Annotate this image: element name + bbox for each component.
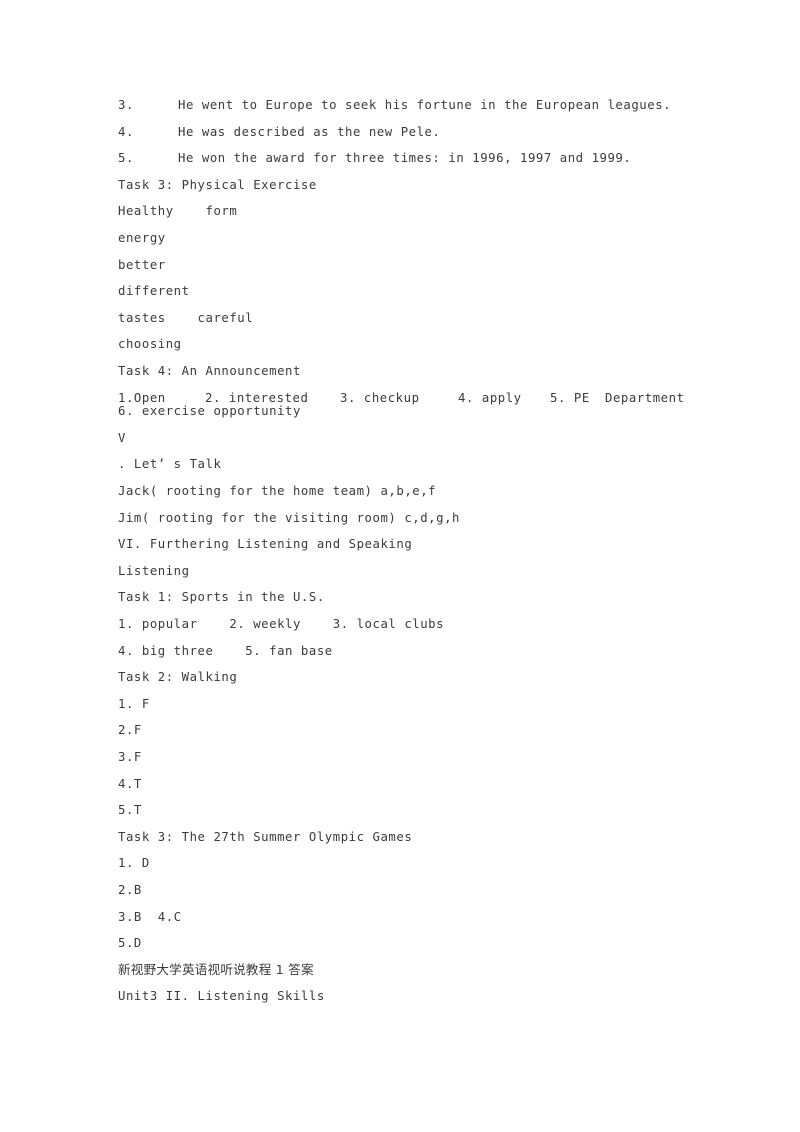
task3-answer-4: different: [118, 284, 190, 299]
further-task3-heading: Task 3: The 27th Summer Olympic Games: [118, 829, 413, 844]
task4-answer-row-1: 1.Open 2. interested 3. checkup 4. apply…: [118, 390, 778, 405]
task3-heading: Task 3: Physical Exercise: [118, 177, 317, 192]
book-title-heading: 新视野大学英语视听说教程 1 答案: [118, 961, 314, 977]
further-task1-answer-row-2: 4. big three 5. fan base: [118, 643, 333, 658]
further-task3-answer-2: 2.B: [118, 882, 142, 897]
task3-answer-5: tastes careful: [118, 310, 254, 325]
listening-subheading: Listening: [118, 563, 190, 578]
further-task2-answer-5: 5.T: [118, 803, 142, 818]
further-task3-answer-1: 1. D: [118, 856, 150, 871]
answer-line-q4: 4. He was described as the new Pele.: [118, 119, 778, 146]
answer-number-q3: 3.: [118, 98, 134, 112]
further-task3-answer-4: 5.D: [118, 936, 142, 951]
further-task2-heading: Task 2: Walking: [118, 670, 238, 685]
task4-answer-5: 5. PE: [550, 390, 590, 405]
document-text-body: 3. He went to Europe to seek his fortune…: [118, 92, 778, 1010]
further-task2-answer-3: 3.F: [118, 749, 142, 764]
further-task1-heading: Task 1: Sports in the U.S.: [118, 590, 325, 605]
task4-heading: Task 4: An Announcement: [118, 363, 301, 378]
answer-line-q5: 5. He won the award for three times: in …: [118, 145, 778, 172]
task3-answer-6: choosing: [118, 337, 182, 352]
task4-answer-block: 1.Open 2. interested 3. checkup 4. apply…: [118, 385, 778, 425]
unit-section-heading: Unit3 II. Listening Skills: [118, 989, 325, 1004]
answer-number-q5: 5.: [118, 151, 134, 166]
answer-text-q4: He was described as the new Pele.: [178, 124, 441, 139]
task3-answer-2: energy: [118, 230, 166, 245]
section-v-numeral: V: [118, 430, 126, 445]
task4-answer-2: 2. interested: [205, 390, 309, 405]
lets-talk-jack-line: Jack( rooting for the home team) a,b,e,f: [118, 484, 437, 498]
section-vi-heading: VI. Furthering Listening and Speaking: [118, 537, 413, 552]
section-v-title: . Let’ s Talk: [118, 457, 222, 472]
further-task1-answer-row-1: 1. popular 2. weekly 3. local clubs: [118, 616, 445, 631]
task4-answer-5-continued: Department: [605, 390, 685, 405]
task3-answer-3: better: [118, 257, 166, 272]
answer-number-q4: 4.: [118, 124, 134, 139]
further-task2-answer-1: 1. F: [118, 696, 150, 711]
task3-answer-1: Healthy form: [118, 204, 238, 219]
answer-text-q5: He won the award for three times: in 199…: [178, 151, 632, 166]
task4-answer-1: 1.Open: [118, 390, 166, 405]
further-task2-answer-4: 4.T: [118, 776, 142, 791]
document-page: 3. He went to Europe to seek his fortune…: [0, 0, 800, 1132]
task4-answer-3: 3. checkup: [340, 390, 420, 405]
lets-talk-jim-line: Jim( rooting for the visiting room) c,d,…: [118, 510, 460, 525]
further-task2-answer-2: 2.F: [118, 723, 142, 738]
answer-text-q3: He went to Europe to seek his fortune in…: [178, 98, 672, 112]
answer-line-q3: 3. He went to Europe to seek his fortune…: [118, 92, 778, 119]
further-task3-answer-3: 3.B 4.C: [118, 909, 182, 924]
task4-answer-row-2: 6. exercise opportunity: [118, 403, 301, 418]
task4-answer-4: 4. apply: [458, 390, 522, 405]
